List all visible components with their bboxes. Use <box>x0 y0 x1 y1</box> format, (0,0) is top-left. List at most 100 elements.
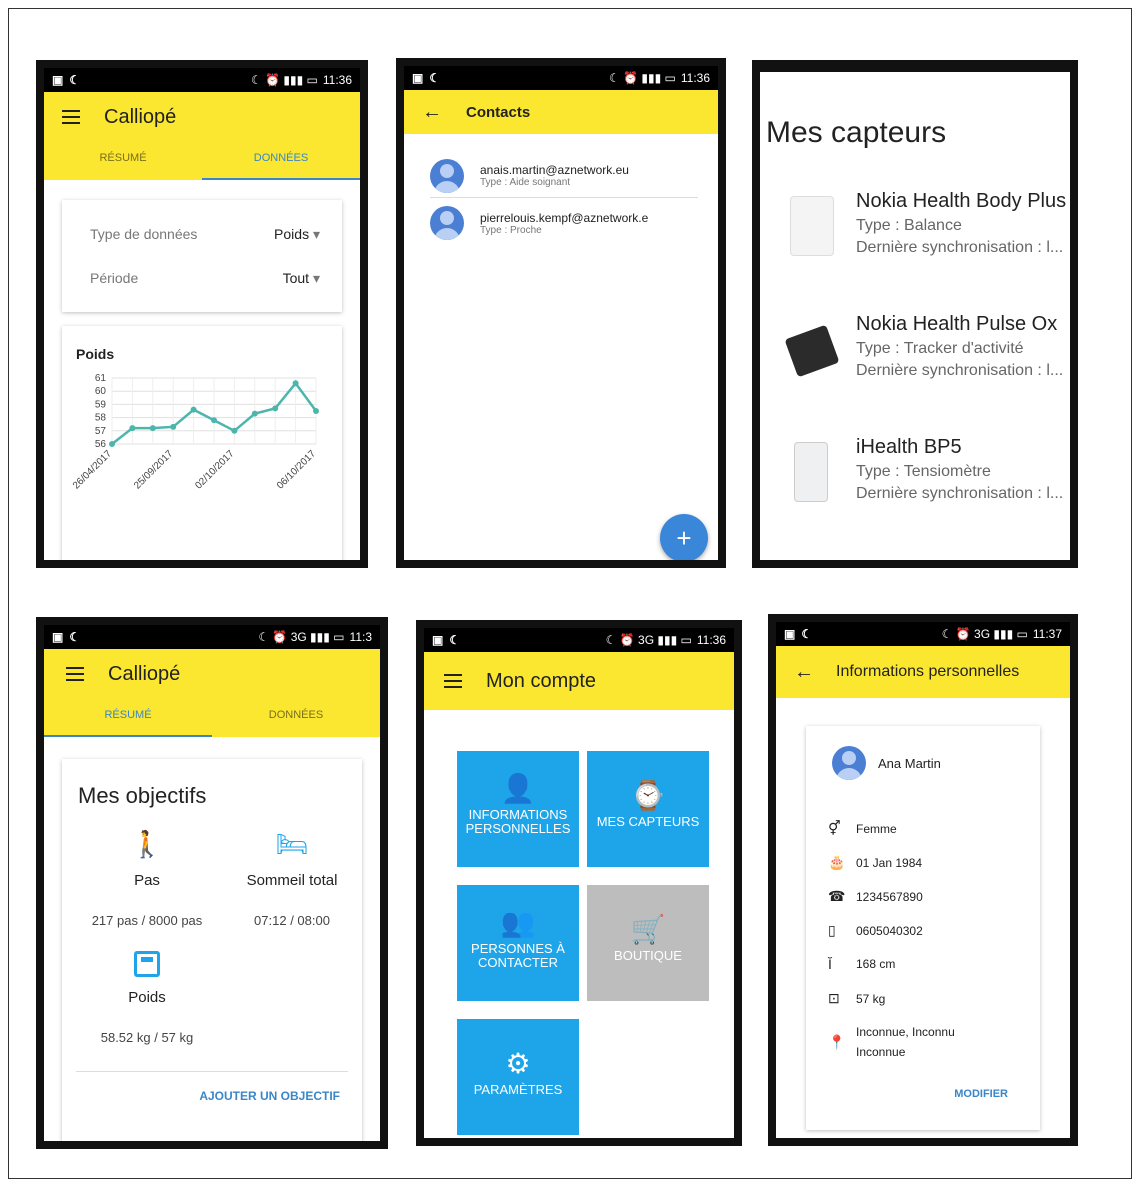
add-contact-button[interactable]: + <box>660 514 708 560</box>
tile-informations-personnelles[interactable]: 👤 INFORMATIONS PERSONNELLES <box>457 751 579 867</box>
screen: ▣ ☾ ☾ ⏰ 3G ▮▮▮ ▭ 11:36 Mon compte 👤 INFORM… <box>424 628 734 1138</box>
contact-item[interactable]: anais.martin@aznetwork.eu Type : Aide so… <box>430 154 698 198</box>
goal-weight-value: 58.52 kg / 57 kg <box>100 1030 194 1045</box>
avatar <box>430 158 464 193</box>
tile-label-1: PERSONNES À <box>471 941 565 956</box>
gender-row: ⚥ Femme <box>828 820 897 837</box>
address-row: 📍 Inconnue, Inconnu Inconnue <box>828 1022 955 1062</box>
scale-icon <box>790 196 834 256</box>
tile-boutique[interactable]: 🛒 BOUTIQUE <box>587 885 709 1001</box>
weight-data-point <box>211 417 217 424</box>
height-row: Ĭ 168 cm <box>828 956 895 972</box>
location-pin-icon: 📍 <box>828 1033 846 1050</box>
status-bar: ▣ ☾ ☾ ⏰ 3G ▮▮▮ ▭ 11:3 <box>44 625 380 649</box>
group-icon: 👥 <box>500 907 536 938</box>
sensor-name: Nokia Health Pulse Ox <box>856 313 1058 335</box>
gender-value: Femme <box>856 821 897 836</box>
tab-bar: RÉSUMÉ DONNÉES <box>44 699 380 737</box>
goal-weight: Poids 58.52 kg / 57 kg <box>72 951 222 1045</box>
tab-donnees[interactable]: DONNÉES <box>212 699 380 737</box>
contact-email: anais.martin@aznetwork.eu <box>480 163 629 177</box>
page-title: Mes capteurs <box>766 116 947 149</box>
goal-pas: 🚶 Pas 217 pas / 8000 pas <box>72 829 222 928</box>
filter-period-select[interactable]: Tout ▾ <box>283 270 320 287</box>
y-tick-label: 56 <box>95 439 107 450</box>
watch-icon: ⌚ <box>630 780 666 811</box>
address-text: Inconnue, Inconnu Inconnue <box>856 1022 955 1062</box>
filter-type-value: Poids <box>274 226 310 242</box>
x-tick-label: 02/10/2017 <box>193 448 236 491</box>
x-tick-label: 25/09/2017 <box>132 448 175 491</box>
cake-icon: 🎂 <box>828 854 846 870</box>
walking-icon: 🚶 <box>130 829 164 859</box>
sensor-item[interactable]: iHealth BP5 Type : Tensiomètre Dernière … <box>790 436 1063 503</box>
tile-mes-capteurs[interactable]: ⌚ MES CAPTEURS <box>587 751 709 867</box>
app-bar: Calliopé <box>44 649 380 699</box>
status-right-icons: ☾ ⏰ 3G ▮▮▮ ▭ 11:36 <box>605 633 726 647</box>
dropdown-caret-icon: ▾ <box>312 226 320 242</box>
app-bar: ← Informations personnelles <box>776 646 1070 698</box>
y-tick-label: 58 <box>95 413 107 424</box>
contact-email: pierrelouis.kempf@aznetwork.e <box>480 210 649 225</box>
app-title: Calliopé <box>108 662 181 685</box>
dropdown-caret-icon: ▾ <box>312 270 320 286</box>
menu-icon[interactable] <box>66 667 84 681</box>
sensor-name: Nokia Health Body Plus <box>856 190 1067 212</box>
sensor-item[interactable]: Nokia Health Body Plus Type : Balance De… <box>790 190 1066 257</box>
y-tick-label: 59 <box>95 399 107 410</box>
app-bar: Mon compte <box>424 652 734 710</box>
status-time: 11:36 <box>696 633 726 647</box>
weight-data-point <box>129 425 136 432</box>
add-goal-button[interactable]: AJOUTER UN OBJECTIF <box>199 1089 340 1103</box>
filter-type-label: Type de données <box>90 226 198 242</box>
goal-pas-value: 217 pas / 8000 pas <box>91 913 203 928</box>
goal-sleep-value: 07:12 / 08:00 <box>254 913 330 928</box>
tile-parametres[interactable]: ⚙ PARAMÈTRES <box>457 1019 579 1135</box>
filter-card: Type de données Poids ▾ Période Tout ▾ <box>62 200 342 312</box>
weight-data-point <box>190 406 197 413</box>
sensor-type: Type : Tracker d'activité <box>856 340 1024 357</box>
weight-chart: 56 57 58 59 60 61 26/04/2017 25/09/2017 02/10/20… <box>71 373 319 492</box>
phone-value: 1234567890 <box>856 889 923 904</box>
contact-item[interactable]: pierrelouis.kempf@aznetwork.e Type : Pro… <box>430 198 698 248</box>
weight-value: 57 kg <box>856 991 886 1006</box>
goal-weight-label: Poids <box>128 989 166 1006</box>
chart-title: Poids <box>76 346 115 362</box>
status-time: 11:3 <box>349 630 372 644</box>
modify-button[interactable]: MODIFIER <box>954 1088 1008 1100</box>
weight-data-point <box>109 441 115 447</box>
status-time: 11:36 <box>680 71 710 85</box>
status-bar: ▣ ☾ ☾ ⏰ 3G ▮▮▮ ▭ 11:36 <box>424 628 734 652</box>
app-title: Contacts <box>466 103 531 121</box>
tab-bar: RÉSUMÉ DONNÉES <box>44 142 360 180</box>
weight-data-point <box>170 423 177 430</box>
sensor-sync: Dernière synchronisation : l... <box>856 362 1064 379</box>
x-tick-label: 06/10/2017 <box>275 448 318 491</box>
sensor-sync: Dernière synchronisation : l... <box>856 239 1064 256</box>
tab-donnees[interactable]: DONNÉES <box>202 142 360 180</box>
status-right-icons: ☾ ⏰ ▮▮▮ ▭ 11:36 <box>251 73 352 87</box>
contact-type: Type : Proche <box>480 224 542 236</box>
filter-period-row[interactable]: Période Tout ▾ <box>90 270 320 287</box>
sensor-item[interactable]: Nokia Health Pulse Ox Type : Tracker d'a… <box>784 313 1064 380</box>
tile-label: BOUTIQUE <box>614 948 682 963</box>
status-right-icons: ☾ ⏰ 3G ▮▮▮ ▭ 11:37 <box>941 627 1062 641</box>
scale-icon: ⊡ <box>828 990 840 1006</box>
tab-resume[interactable]: RÉSUMÉ <box>44 699 212 737</box>
back-arrow-icon[interactable]: ← <box>422 101 442 124</box>
filter-type-select[interactable]: Poids ▾ <box>274 226 320 243</box>
profile-card: Ana Martin ⚥ Femme 🎂 01 Jan 1984 ☎ 12345678… <box>806 726 1040 1130</box>
chart-card: Poids 56 57 58 59 60 61 26/04/2017 25/09/2017 02… <box>62 326 342 560</box>
sensor-sync: Dernière synchronisation : l... <box>856 485 1064 502</box>
menu-icon[interactable] <box>444 674 462 688</box>
tile-personnes-a-contacter[interactable]: 👥 PERSONNES À CONTACTER <box>457 885 579 1001</box>
divider <box>76 1071 348 1072</box>
birthdate-value: 01 Jan 1984 <box>856 855 923 870</box>
menu-icon[interactable] <box>62 110 80 124</box>
goal-sleep: 🛏 Sommeil total 07:12 / 08:00 <box>217 829 367 928</box>
address-line-1: Inconnue, Inconnu <box>856 1025 955 1039</box>
filter-type-row[interactable]: Type de données Poids ▾ <box>90 226 320 243</box>
back-arrow-icon[interactable]: ← <box>794 661 814 684</box>
tab-resume[interactable]: RÉSUMÉ <box>44 142 202 180</box>
app-title: Mon compte <box>486 669 597 692</box>
